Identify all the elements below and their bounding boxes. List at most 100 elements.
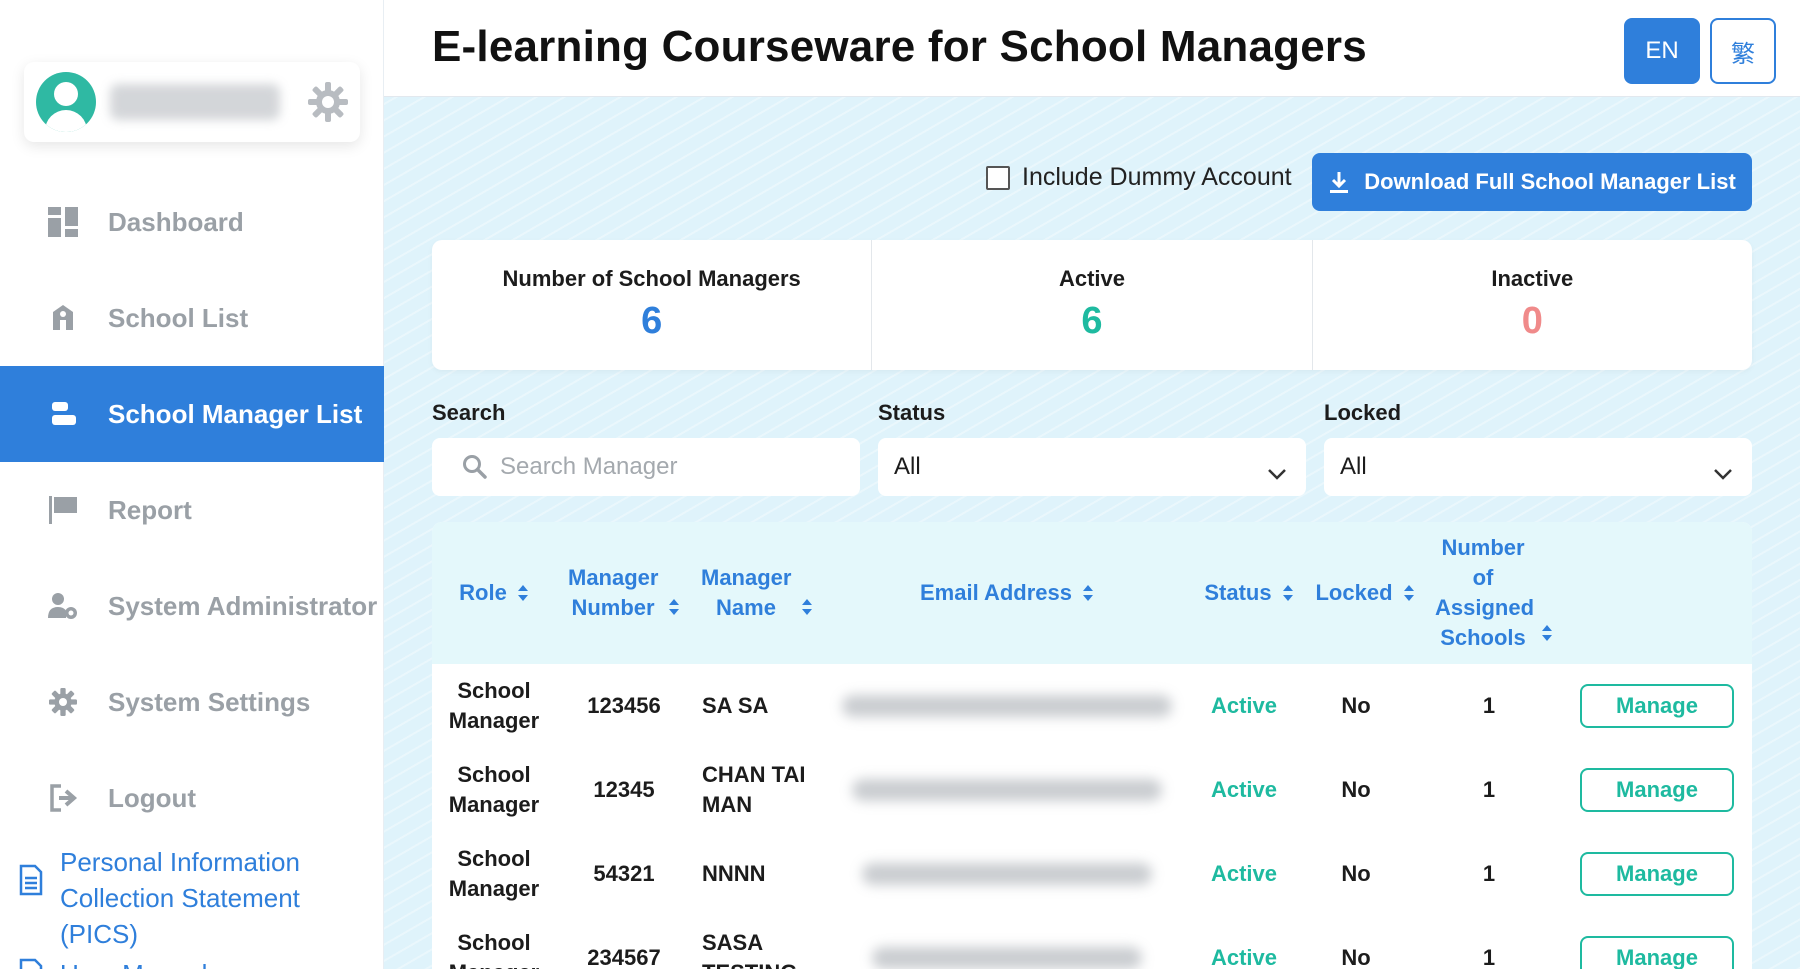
column-header-email[interactable]: Email Address xyxy=(822,522,1192,664)
locked-select[interactable]: All xyxy=(1324,438,1752,496)
manager-table: Role Manager Number Manager Name Email A… xyxy=(432,522,1752,969)
manage-button[interactable]: Manage xyxy=(1580,852,1734,896)
sidebar-item-logout[interactable]: Logout xyxy=(0,750,384,846)
sidebar-item-label: Logout xyxy=(108,782,197,813)
table-row: School Manager 234567 SASA TESTING Activ… xyxy=(432,916,1752,969)
table-row: School Manager 12345 CHAN TAI MAN Active… xyxy=(432,748,1752,832)
stat-active: Active 6 xyxy=(872,240,1313,370)
download-manager-list-button[interactable]: Download Full School Manager List xyxy=(1312,153,1752,211)
column-header-manager-number[interactable]: Manager Number xyxy=(556,522,692,664)
cell-manager-number: 234567 xyxy=(587,945,661,969)
document-icon xyxy=(18,864,46,898)
search-input[interactable]: Search Manager xyxy=(432,438,860,496)
pics-link[interactable]: Personal Information Collection Statemen… xyxy=(18,844,378,952)
flag-icon xyxy=(46,493,80,527)
cell-action: Manage xyxy=(1572,916,1742,969)
stat-label: Inactive xyxy=(1491,266,1574,291)
cell-locked: No xyxy=(1341,945,1371,969)
stat-value: 0 xyxy=(1521,300,1543,342)
manage-button[interactable]: Manage xyxy=(1580,684,1734,728)
sort-icon xyxy=(802,599,812,615)
chevron-down-icon xyxy=(1712,460,1734,480)
sidebar-item-report[interactable]: Report xyxy=(0,462,384,558)
main-content: Include Dummy Account Download Full Scho… xyxy=(384,97,1800,969)
table-row: School Manager 54321 NNNN Active No 1 Ma… xyxy=(432,832,1752,916)
sidebar-item-school-manager-list[interactable]: School Manager List xyxy=(0,366,384,462)
manage-button[interactable]: Manage xyxy=(1580,936,1734,969)
sidebar-item-system-settings[interactable]: System Settings xyxy=(0,654,384,750)
cell-action: Manage xyxy=(1572,832,1742,916)
settings-gear-icon[interactable] xyxy=(304,78,352,126)
sidebar-item-school-list[interactable]: School List xyxy=(0,270,384,366)
document-icon xyxy=(18,958,46,969)
cell-manager-name: SASA TESTING xyxy=(702,930,797,969)
cell-locked: No xyxy=(1341,861,1371,886)
cell-status: Active xyxy=(1210,693,1278,718)
dashboard-icon xyxy=(46,205,80,239)
gear-icon xyxy=(46,685,80,719)
language-zh-button[interactable]: 繁 xyxy=(1710,18,1776,84)
logout-icon xyxy=(46,781,80,815)
sidebar-item-label: Report xyxy=(108,494,192,525)
cell-email-redacted xyxy=(822,832,1192,916)
cell-assigned-schools: 1 xyxy=(1482,861,1496,886)
column-label: Status xyxy=(1204,580,1272,605)
cell-status: Active xyxy=(1210,945,1278,969)
username-blurred xyxy=(110,84,280,120)
column-header-status[interactable]: Status xyxy=(1192,522,1306,664)
column-header-assigned-schools[interactable]: Number of Assigned Schools xyxy=(1424,522,1564,664)
manage-button[interactable]: Manage xyxy=(1580,768,1734,812)
search-label: Search xyxy=(432,400,506,425)
sort-icon xyxy=(1083,585,1094,601)
profile-card xyxy=(24,62,360,142)
stat-value: 6 xyxy=(641,300,663,342)
column-header-role[interactable]: Role xyxy=(432,522,556,664)
sidebar-item-label: System Administrator xyxy=(108,590,378,621)
sidebar-item-system-administrator[interactable]: System Administrator xyxy=(0,558,384,654)
cell-manager-name: NNNN xyxy=(702,861,766,886)
cell-email-redacted xyxy=(822,748,1192,832)
cell-role: School Manager xyxy=(448,678,540,733)
sidebar-item-label: School List xyxy=(108,302,249,333)
user-manual-link-label: User Manual xyxy=(60,956,207,969)
locked-select-value: All xyxy=(1340,453,1367,480)
stat-total-managers: Number of School Managers 6 xyxy=(432,240,873,370)
cell-email-redacted xyxy=(822,664,1192,748)
cell-email-redacted xyxy=(822,916,1192,969)
download-label: Download Full School Manager List xyxy=(1364,169,1736,194)
stat-label: Number of School Managers xyxy=(502,266,801,291)
search-placeholder: Search Manager xyxy=(500,453,678,480)
language-en-button[interactable]: EN xyxy=(1624,18,1700,84)
locked-filter-label: Locked xyxy=(1324,400,1402,425)
cell-action: Manage xyxy=(1572,664,1742,748)
cell-status: Active xyxy=(1210,777,1278,802)
sidebar-item-dashboard[interactable]: Dashboard xyxy=(0,174,384,270)
top-bar: E-learning Courseware for School Manager… xyxy=(384,0,1800,97)
sidebar: Dashboard School List School Manager Lis… xyxy=(0,0,384,969)
include-dummy-toggle[interactable]: Include Dummy Account xyxy=(986,163,1292,192)
cell-role: School Manager xyxy=(448,846,540,901)
school-icon xyxy=(46,301,80,335)
stats-panel: Number of School Managers 6 Active 6 Ina… xyxy=(432,240,1752,370)
stat-inactive: Inactive 0 xyxy=(1313,240,1752,370)
stat-label: Active xyxy=(1058,266,1126,291)
sidebar-links: Personal Information Collection Statemen… xyxy=(18,844,378,969)
column-header-manager-name[interactable]: Manager Name xyxy=(692,522,822,664)
sort-icon xyxy=(517,585,528,601)
stat-value: 6 xyxy=(1081,300,1103,342)
column-label: Manager Name xyxy=(701,565,792,620)
avatar[interactable] xyxy=(36,72,96,132)
column-header-locked[interactable]: Locked xyxy=(1306,522,1424,664)
include-dummy-label: Include Dummy Account xyxy=(1022,163,1292,191)
sort-icon xyxy=(1403,585,1414,601)
sidebar-nav: Dashboard School List School Manager Lis… xyxy=(0,174,384,846)
user-manual-link[interactable]: User Manual xyxy=(18,956,378,969)
cell-role: School Manager xyxy=(448,762,540,817)
include-dummy-checkbox[interactable] xyxy=(986,165,1010,190)
download-icon xyxy=(1328,170,1350,194)
sort-icon xyxy=(1542,625,1552,641)
cell-manager-number: 12345 xyxy=(593,777,655,802)
page-title: E-learning Courseware for School Manager… xyxy=(432,22,1367,71)
cell-manager-name: CHAN TAI MAN xyxy=(702,762,806,817)
status-select[interactable]: All xyxy=(878,438,1306,496)
